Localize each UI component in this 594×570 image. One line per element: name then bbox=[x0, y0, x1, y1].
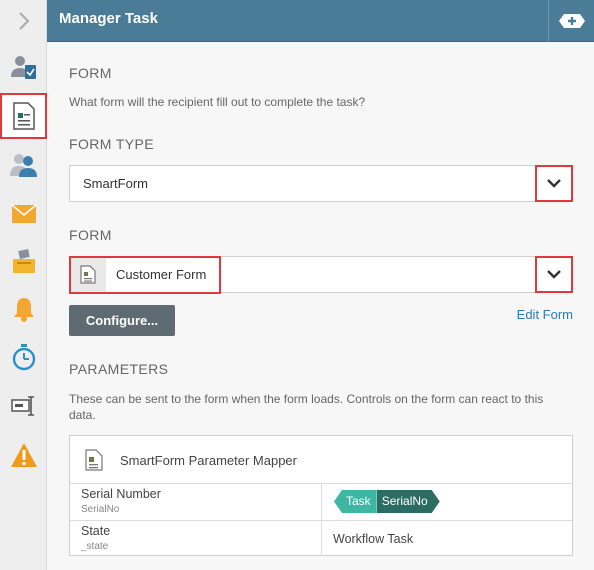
smartform-icon bbox=[85, 449, 103, 471]
bell-icon bbox=[13, 298, 34, 322]
chevron-right-icon bbox=[18, 12, 29, 30]
sidebar-item-notifications[interactable] bbox=[0, 286, 47, 332]
form-section-help: What form will the recipient fill out to… bbox=[69, 95, 366, 109]
chevron-down-icon bbox=[547, 179, 561, 188]
form-dropdown[interactable]: Customer Form bbox=[69, 256, 573, 293]
page-title: Manager Task bbox=[59, 10, 158, 27]
panel-header: Manager Task bbox=[47, 0, 594, 42]
smartform-icon bbox=[80, 265, 96, 284]
form-section-title: FORM bbox=[69, 65, 112, 81]
form-type-dropdown-button[interactable] bbox=[535, 165, 573, 202]
token-field: SerialNo bbox=[377, 490, 440, 513]
parameter-name: State bbox=[81, 524, 111, 538]
table-row: State _state Workflow Task bbox=[70, 520, 572, 556]
form-type-value: SmartForm bbox=[83, 176, 148, 191]
form-value: Customer Form bbox=[116, 267, 207, 282]
sidebar-item-form[interactable] bbox=[0, 93, 47, 139]
envelope-icon bbox=[10, 204, 37, 223]
token-context: Task bbox=[334, 490, 377, 513]
parameter-system-name: _state bbox=[81, 541, 109, 552]
parameter-mapper-header: SmartForm Parameter Mapper bbox=[70, 436, 572, 484]
parameter-mapper-title: SmartForm Parameter Mapper bbox=[120, 453, 297, 468]
sidebar-item-warning[interactable] bbox=[0, 432, 47, 478]
parameters-help: These can be sent to the form when the f… bbox=[69, 392, 544, 422]
parameters-title: PARAMETERS bbox=[69, 361, 169, 377]
form-icon bbox=[12, 102, 35, 130]
side-toolbar bbox=[0, 0, 47, 570]
sidebar-item-recipients[interactable] bbox=[0, 142, 47, 188]
form-select-label: FORM bbox=[69, 227, 112, 243]
sidebar-item-data[interactable] bbox=[0, 383, 47, 429]
stopwatch-icon bbox=[12, 344, 35, 371]
user-clipboard-icon bbox=[10, 56, 36, 79]
edit-form-link[interactable]: Edit Form bbox=[517, 307, 573, 322]
parameter-mapper: SmartForm Parameter Mapper Serial Number… bbox=[69, 435, 573, 556]
parameter-name-cell: Serial Number SerialNo bbox=[70, 484, 322, 520]
task-properties-panel: FORM What form will the recipient fill o… bbox=[47, 42, 594, 570]
field-icon bbox=[10, 396, 34, 416]
sidebar-item-timer[interactable] bbox=[0, 334, 47, 380]
form-type-label: FORM TYPE bbox=[69, 136, 155, 152]
sidebar-item-email[interactable] bbox=[0, 191, 47, 237]
sidebar-item-actions[interactable] bbox=[0, 238, 47, 284]
sidebar-item-task[interactable] bbox=[0, 44, 47, 90]
parameter-value[interactable]: Workflow Task bbox=[333, 532, 413, 546]
warning-icon bbox=[10, 443, 37, 467]
add-button[interactable] bbox=[549, 0, 594, 42]
form-dropdown-button[interactable] bbox=[535, 256, 573, 293]
expand-chevron-button[interactable] bbox=[0, 0, 47, 42]
chevron-down-icon bbox=[547, 270, 561, 279]
form-type-dropdown[interactable]: SmartForm bbox=[69, 165, 573, 202]
table-row: Serial Number SerialNo Task SerialNo bbox=[70, 484, 572, 520]
parameter-name-cell: State _state bbox=[70, 521, 322, 556]
serialno-token[interactable]: Task SerialNo bbox=[334, 490, 440, 513]
users-icon bbox=[9, 154, 37, 177]
configure-button[interactable]: Configure... bbox=[69, 305, 175, 336]
parameter-name: Serial Number bbox=[81, 487, 161, 501]
form-type-icon-box bbox=[70, 257, 106, 292]
inbox-icon bbox=[12, 249, 35, 273]
add-badge-icon bbox=[558, 14, 585, 28]
parameter-system-name: SerialNo bbox=[81, 504, 120, 515]
